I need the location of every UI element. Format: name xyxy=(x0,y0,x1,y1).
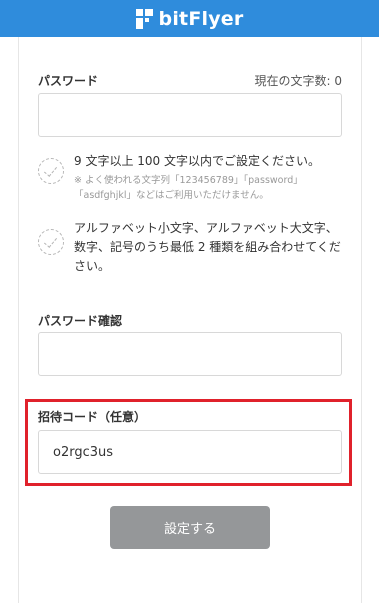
bitflyer-logo[interactable]: bitFlyer xyxy=(135,7,244,30)
rule-text: 9 文字以上 100 文字以内でご設定ください。 xyxy=(74,154,320,168)
invite-code-label-row: 招待コード（任意） xyxy=(38,408,342,425)
app-header: bitFlyer xyxy=(0,0,379,37)
rule-body: 9 文字以上 100 文字以内でご設定ください。 ※ よく使われる文字列「123… xyxy=(74,152,348,203)
submit-button[interactable]: 設定する xyxy=(110,506,270,549)
invite-code-label: 招待コード（任意） xyxy=(38,410,147,424)
invite-code-input[interactable] xyxy=(38,430,342,474)
password-confirm-input[interactable] xyxy=(38,332,342,376)
password-rule-charset: アルファベット小文字、アルファベット大文字、数字、記号のうち最低 2 種類を組み… xyxy=(38,219,348,276)
password-input[interactable] xyxy=(38,93,342,137)
password-rule-length: 9 文字以上 100 文字以内でご設定ください。 ※ よく使われる文字列「123… xyxy=(38,152,348,203)
rule-text: アルファベット小文字、アルファベット大文字、数字、記号のうち最低 2 種類を組み… xyxy=(74,221,341,273)
password-confirm-label-row: パスワード確認 xyxy=(38,312,342,329)
brand-name: bitFlyer xyxy=(158,7,244,30)
rule-note: ※ よく使われる文字列「123456789」「password」「asdfghj… xyxy=(74,175,303,201)
password-confirm-label: パスワード確認 xyxy=(38,314,123,328)
password-label-row: パスワード 現在の文字数: 0 xyxy=(38,72,342,89)
password-char-counter: 現在の文字数: 0 xyxy=(254,74,343,88)
rule-check-icon xyxy=(38,158,64,184)
rule-check-icon xyxy=(38,229,64,255)
bitflyer-logo-icon xyxy=(135,8,153,29)
rule-body: アルファベット小文字、アルファベット大文字、数字、記号のうち最低 2 種類を組み… xyxy=(74,219,348,276)
password-label: パスワード xyxy=(38,74,99,88)
